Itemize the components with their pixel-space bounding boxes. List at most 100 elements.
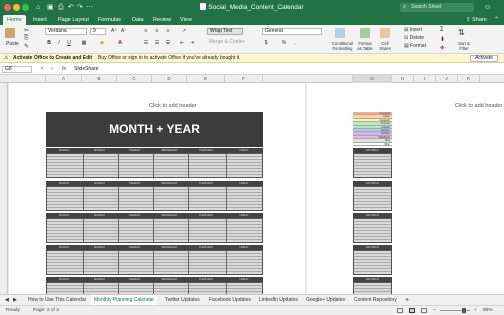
- tab-home[interactable]: Home: [3, 15, 26, 25]
- format-painter-icon[interactable]: ✎: [24, 43, 29, 50]
- copy-icon[interactable]: ⎘: [24, 35, 29, 42]
- saturday-cells[interactable]: [353, 250, 392, 275]
- bold-button[interactable]: B: [45, 40, 53, 47]
- column-header-g[interactable]: G: [353, 75, 392, 83]
- week-cells[interactable]: [46, 186, 263, 211]
- column-header-k[interactable]: K: [458, 75, 480, 83]
- fill-icon[interactable]: ⬇: [440, 36, 445, 43]
- font-size-select[interactable]: 9: [90, 28, 106, 35]
- formula-input[interactable]: SlideShare: [74, 66, 98, 72]
- worksheet-area[interactable]: A B C D E F G H I J K Click to add heade…: [0, 75, 504, 294]
- column-header-i[interactable]: I: [414, 75, 436, 83]
- column-header-j[interactable]: J: [436, 75, 458, 83]
- align-middle-icon[interactable]: ≡: [153, 28, 161, 35]
- format-cells-button[interactable]: ▤ Format: [404, 43, 426, 49]
- currency-format-button[interactable]: $: [262, 40, 270, 47]
- align-right-icon[interactable]: ☰: [164, 40, 172, 47]
- week-cells[interactable]: [46, 282, 263, 294]
- header-placeholder-right[interactable]: Click to add header: [455, 103, 502, 109]
- fill-color-icon[interactable]: ◆: [98, 40, 106, 47]
- week-cells[interactable]: [46, 153, 263, 178]
- increase-indent-icon[interactable]: ⇥: [188, 40, 196, 47]
- align-center-icon[interactable]: ☰: [153, 40, 161, 47]
- cut-icon[interactable]: ✂: [24, 27, 29, 34]
- zoom-slider-thumb[interactable]: [462, 308, 466, 313]
- share-button[interactable]: ⇪ Share: [466, 16, 487, 24]
- page-layout-view-icon[interactable]: [409, 308, 415, 313]
- chevron-up-icon[interactable]: ⌃: [494, 16, 499, 23]
- row-headers: [0, 83, 8, 294]
- column-header-h[interactable]: H: [392, 75, 414, 83]
- day-divider: [226, 187, 227, 210]
- tab-review[interactable]: Review: [149, 15, 175, 25]
- italic-button[interactable]: I: [55, 40, 63, 47]
- tab-data[interactable]: Data: [128, 15, 148, 25]
- day-divider: [188, 154, 189, 177]
- wrap-text-button[interactable]: Wrap Text: [207, 28, 243, 35]
- week-cells[interactable]: [46, 250, 263, 275]
- orientation-icon[interactable]: ↗: [180, 28, 188, 35]
- search-sheet-input[interactable]: ⌕ Search Sheet: [400, 3, 474, 12]
- tab-page-layout[interactable]: Page Layout: [54, 15, 93, 25]
- week-cells[interactable]: [46, 218, 263, 243]
- autosum-button[interactable]: Σ: [440, 27, 444, 33]
- clear-icon[interactable]: ◈: [440, 44, 445, 51]
- activation-bar: ⚠ Activate Office to Create and Edit Buy…: [0, 54, 504, 63]
- cancel-icon[interactable]: ✕: [40, 66, 44, 72]
- delete-cells-button[interactable]: ⊟ Delete: [404, 35, 424, 41]
- tab-insert[interactable]: Insert: [29, 15, 51, 25]
- increase-font-icon[interactable]: A⁺: [110, 28, 118, 35]
- zoom-in-button[interactable]: +: [474, 306, 477, 315]
- page-break-view-icon[interactable]: [421, 308, 427, 313]
- paste-icon[interactable]: [5, 28, 15, 38]
- tab-view[interactable]: View: [176, 15, 196, 25]
- number-format-select[interactable]: General: [262, 28, 322, 35]
- day-divider: [153, 154, 154, 177]
- normal-view-icon[interactable]: [397, 308, 403, 313]
- align-top-icon[interactable]: ≡: [142, 28, 150, 35]
- tab-formulas[interactable]: Formulas: [94, 15, 125, 25]
- font-name-select[interactable]: Verdana: [45, 28, 87, 35]
- enter-icon[interactable]: ✓: [50, 66, 54, 72]
- calendar-title[interactable]: MONTH + YEAR: [46, 112, 263, 147]
- saturday-cells[interactable]: [353, 282, 392, 294]
- day-divider: [153, 251, 154, 274]
- saturday-column: SATURDAY: [353, 277, 392, 294]
- header-placeholder-left[interactable]: Click to add header: [149, 103, 196, 109]
- saturday-cells[interactable]: [353, 186, 392, 211]
- decrease-font-icon[interactable]: A⁻: [120, 28, 128, 35]
- activate-button[interactable]: Activate: [470, 55, 498, 62]
- zoom-out-button[interactable]: −: [433, 306, 436, 315]
- search-icon: ⌕: [403, 4, 407, 10]
- sort-filter-icon[interactable]: ⇅: [458, 28, 465, 37]
- name-box[interactable]: G8: [2, 66, 32, 73]
- comma-format-button[interactable]: ,: [291, 40, 299, 47]
- column-header-b[interactable]: B: [82, 75, 117, 83]
- warning-icon: ⚠: [4, 55, 9, 61]
- align-left-icon[interactable]: ☰: [142, 40, 150, 47]
- format-as-table-icon[interactable]: [360, 28, 370, 38]
- column-header-d[interactable]: D: [152, 75, 187, 83]
- insert-cells-button[interactable]: ⊞ Insert: [404, 27, 422, 33]
- legend-item[interactable]: Other: [353, 142, 392, 146]
- align-bottom-icon[interactable]: ≡: [164, 28, 172, 35]
- day-divider: [118, 187, 119, 210]
- saturday-cells[interactable]: [353, 218, 392, 243]
- column-header-f[interactable]: F: [225, 75, 263, 83]
- underline-button[interactable]: U: [65, 40, 73, 47]
- day-divider: [83, 187, 84, 210]
- saturday-cells[interactable]: [353, 153, 392, 178]
- column-header-e[interactable]: E: [187, 75, 225, 83]
- smiley-feedback-icon[interactable]: ☺: [484, 2, 491, 13]
- percent-format-button[interactable]: %: [280, 40, 288, 47]
- font-color-icon[interactable]: A: [116, 40, 124, 47]
- merge-center-button[interactable]: Merge & Center: [207, 40, 252, 47]
- cell-styles-icon[interactable]: [380, 28, 390, 38]
- borders-icon[interactable]: ▦: [80, 40, 88, 47]
- column-header-a[interactable]: A: [46, 75, 82, 83]
- conditional-formatting-icon[interactable]: [335, 28, 345, 38]
- decrease-indent-icon[interactable]: ⇤: [178, 40, 186, 47]
- platform-legend: Facebook Twitter Instagram Pinterest LinkedI…: [353, 112, 392, 147]
- row-header[interactable]: [0, 287, 8, 291]
- column-header-c[interactable]: C: [117, 75, 152, 83]
